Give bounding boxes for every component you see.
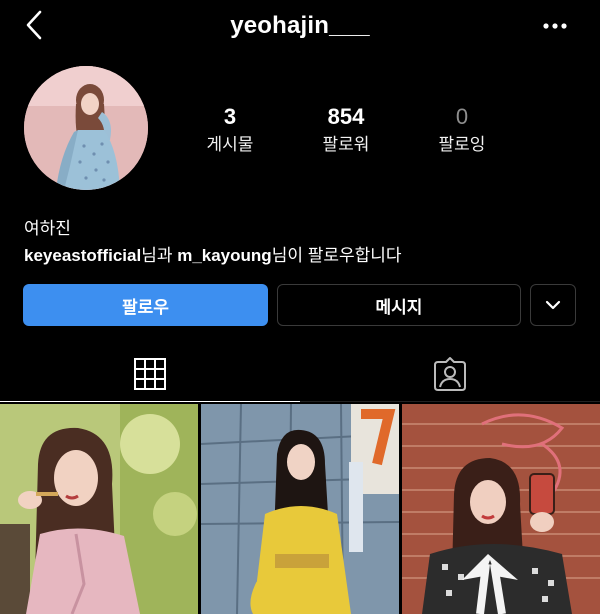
- follow-button[interactable]: 팔로우: [23, 284, 268, 326]
- more-options-button[interactable]: [540, 12, 570, 40]
- posts-count-value: 3: [223, 104, 237, 129]
- post-image: [0, 404, 198, 614]
- followed-by-text[interactable]: keyeastofficial님과 m_kayoung님이 팔로우합니다: [24, 241, 402, 266]
- mutual-follower-1[interactable]: keyeastofficial: [24, 246, 141, 265]
- post-image: [201, 404, 399, 614]
- followed-by-connector: 님과: [141, 246, 178, 265]
- followers-count[interactable]: 854 팔로워: [291, 104, 401, 156]
- post-image: [402, 404, 600, 614]
- profile-full-name: 여하진: [24, 219, 71, 238]
- more-horizontal-icon: [543, 23, 567, 29]
- top-bar: yeohajin___: [0, 0, 600, 54]
- suggested-accounts-button[interactable]: [530, 284, 576, 326]
- post-thumbnail[interactable]: [0, 404, 198, 614]
- profile-avatar[interactable]: [24, 66, 148, 190]
- tab-tagged[interactable]: [300, 346, 600, 402]
- followed-by-suffix: 님이 팔로우합니다: [271, 246, 402, 265]
- posts-count: 3 게시물: [175, 104, 285, 156]
- tab-posts-grid[interactable]: [0, 346, 300, 402]
- following-count-value: 0: [455, 104, 469, 129]
- post-thumbnail[interactable]: [402, 404, 600, 614]
- following-count-label: 팔로잉: [438, 135, 486, 154]
- profile-username: yeohajin___: [230, 12, 370, 39]
- posts-grid: [0, 404, 600, 614]
- grid-icon: [134, 357, 166, 390]
- chevron-down-icon: [545, 300, 561, 310]
- message-button[interactable]: 메시지: [277, 284, 521, 326]
- posts-count-label: 게시물: [206, 135, 254, 154]
- avatar-photo: [24, 66, 148, 190]
- following-count[interactable]: 0 팔로잉: [407, 104, 517, 156]
- post-thumbnail[interactable]: [201, 404, 399, 614]
- tagged-person-icon: [434, 356, 466, 391]
- followers-count-label: 팔로워: [322, 135, 370, 154]
- mutual-follower-2[interactable]: m_kayoung: [177, 246, 271, 265]
- followers-count-value: 854: [327, 104, 365, 129]
